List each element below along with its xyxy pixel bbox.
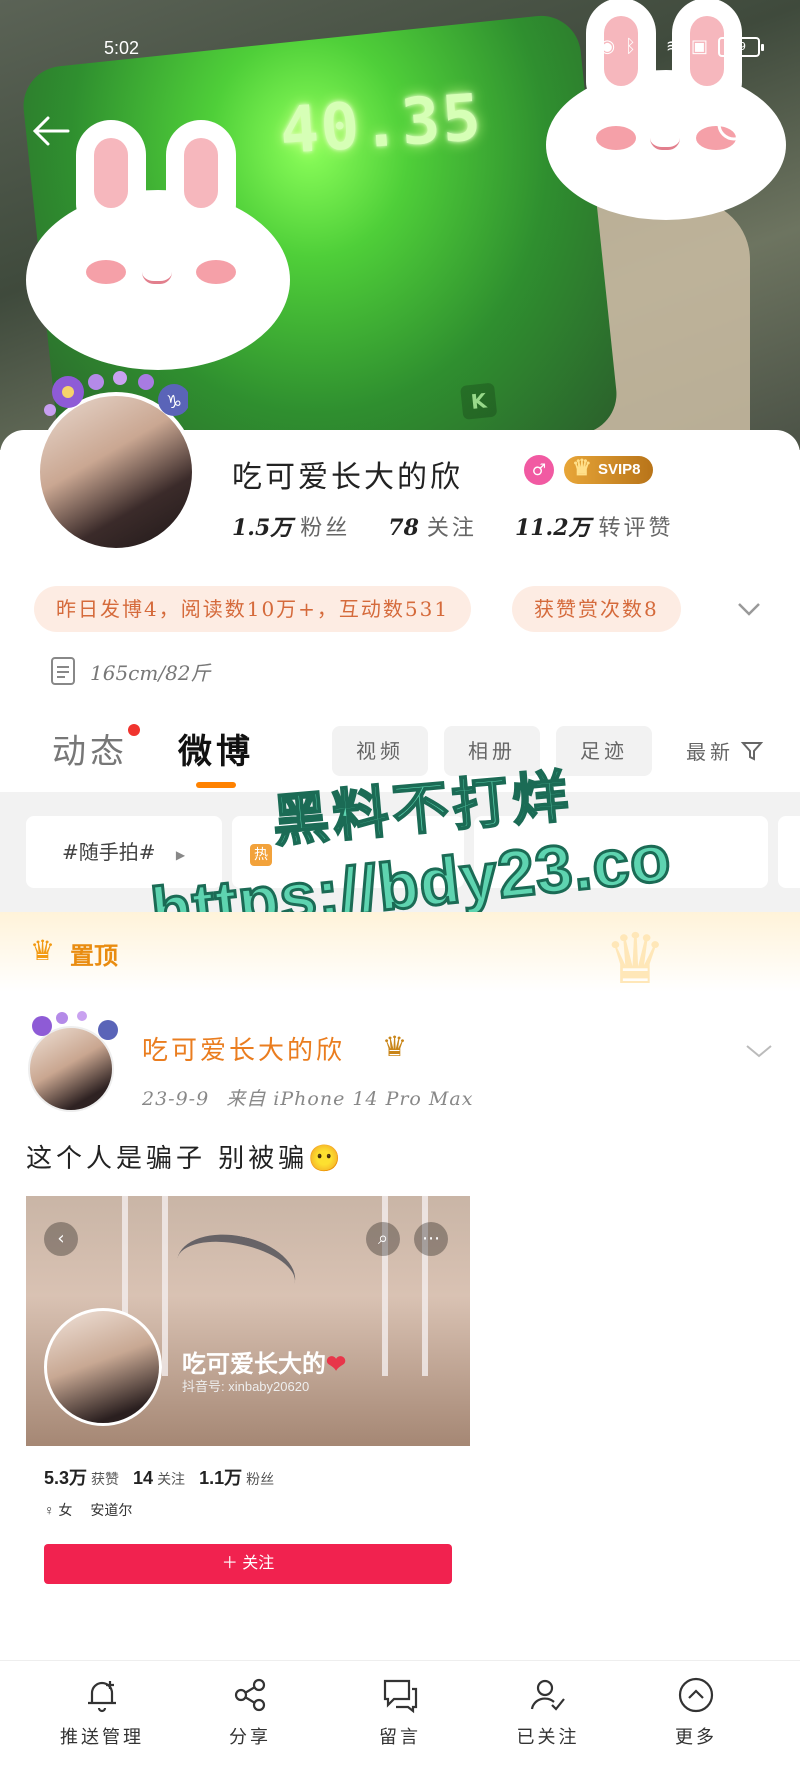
pinned-label: 置顶 bbox=[70, 942, 118, 970]
screenshot-back-icon: ‹ bbox=[44, 1222, 78, 1256]
screenshot-stats: 5.3万 获赞 14 关注 1.1万 粉丝 bbox=[44, 1468, 275, 1488]
filter-footprint[interactable]: 足迹 bbox=[556, 726, 652, 776]
bottom-action-bar: 推送管理 分享 留言 已关注 更多 bbox=[0, 1660, 800, 1777]
push-management-button[interactable]: 推送管理 bbox=[42, 1675, 162, 1749]
chevron-down-icon[interactable] bbox=[734, 594, 764, 624]
profile-stats: 1.5万 粉丝 78 关注 11.2万 转评赞 bbox=[232, 510, 674, 542]
document-icon bbox=[51, 657, 75, 685]
reward-count-chip[interactable]: 获赞赏次数8 bbox=[512, 586, 681, 632]
screenshot-name: 吃可爱长大的❤ bbox=[182, 1351, 347, 1378]
post-date: 23-9-9 bbox=[142, 1088, 210, 1110]
svg-text:♑: ♑ bbox=[166, 392, 182, 413]
status-icons: ◉ ᛒ ▯ ≋ ▣ 39 bbox=[599, 36, 764, 57]
svip-badge[interactable]: SVIP8 bbox=[564, 454, 653, 484]
vip-crown-icon: ♛ bbox=[382, 1030, 408, 1063]
status-bar: 5:02 ◉ ᛒ ▯ ≋ ▣ 39 bbox=[0, 0, 800, 90]
bunny-sticker-left bbox=[26, 120, 290, 370]
heart-icon: ❤ bbox=[326, 1351, 347, 1378]
activity-summary-chip[interactable]: 昨日发博4，阅读数10万+，互动数531 bbox=[34, 586, 472, 632]
stat-likes[interactable]: 11.2万 转评赞 bbox=[515, 510, 674, 542]
status-time: 5:02 bbox=[104, 38, 140, 58]
screenshot-more-icon: ⋯ bbox=[414, 1222, 448, 1256]
tab-dynamic[interactable]: 动态 bbox=[52, 724, 128, 773]
screenshot-gender: ♀ 女 bbox=[44, 1502, 73, 1518]
crown-icon: ♛ bbox=[30, 934, 56, 967]
eye-icon: ◉ bbox=[599, 36, 616, 57]
alert-icon: ▣ bbox=[690, 36, 708, 57]
screenshot-douyin-id: 抖音号: xinbaby20620 bbox=[182, 1379, 310, 1394]
search-icon[interactable] bbox=[712, 102, 762, 152]
tab-weibo[interactable]: 微博 bbox=[178, 724, 254, 773]
avatar-wreath-icon bbox=[32, 1011, 118, 1040]
more-button[interactable]: 更多 bbox=[636, 1675, 756, 1749]
screenshot-photo: ‹ ⌕ ⋯ 吃可爱长大的❤ 抖音号: xinbaby20620 bbox=[26, 1196, 470, 1446]
post-author-name[interactable]: 吃可爱长大的欣 bbox=[142, 1030, 345, 1067]
stat-followers[interactable]: 1.5万 粉丝 bbox=[232, 510, 350, 542]
screenshot-location: 安道尔 bbox=[90, 1502, 133, 1518]
post-source: 来自 iPhone 14 Pro Max bbox=[226, 1088, 474, 1110]
sort-button[interactable]: 最新 bbox=[686, 736, 764, 765]
stat-following[interactable]: 78 关注 bbox=[388, 510, 477, 542]
pinned-header: ♛ 置顶 ♛ bbox=[0, 912, 800, 1000]
height-weight-text: 165cm/82斤 bbox=[90, 660, 211, 685]
profile-name: 吃可爱长大的欣 bbox=[232, 460, 463, 495]
message-icon bbox=[383, 1679, 418, 1714]
filter-icon bbox=[740, 741, 764, 761]
screenshot-tags: ♀ 女 安道尔 bbox=[44, 1500, 132, 1520]
gender-icon: ♂ bbox=[524, 455, 554, 485]
vibrate-icon: ▯ bbox=[645, 36, 656, 57]
scale-brand-logo: K bbox=[459, 382, 498, 420]
play-triangle-icon: ▶ bbox=[175, 848, 186, 862]
bell-plus-icon bbox=[88, 1681, 116, 1713]
tattoo-shape bbox=[170, 1224, 302, 1318]
post-menu-chevron-icon[interactable] bbox=[744, 1036, 774, 1066]
notification-dot bbox=[128, 724, 140, 736]
back-arrow-icon[interactable] bbox=[26, 106, 76, 156]
user-check-icon bbox=[530, 1679, 565, 1711]
chevron-up-circle-icon bbox=[678, 1677, 714, 1713]
scale-reading: 40.35 bbox=[277, 81, 485, 169]
post-image[interactable]: ‹ ⌕ ⋯ 吃可爱长大的❤ 抖音号: xinbaby20620 5.3万 获赞 1… bbox=[26, 1196, 470, 1616]
following-button[interactable]: 已关注 bbox=[488, 1675, 608, 1749]
screenshot-avatar bbox=[44, 1308, 162, 1426]
screenshot-search-icon: ⌕ bbox=[366, 1222, 400, 1256]
crown-decoration-icon: ♛ bbox=[604, 918, 667, 1000]
post-text: 这个人是骗子 别被骗😶 bbox=[26, 1144, 345, 1174]
topic-chip-4[interactable] bbox=[778, 816, 800, 888]
message-button[interactable]: 留言 bbox=[340, 1675, 460, 1749]
screenshot-follow-button: ＋ 关注 bbox=[44, 1544, 452, 1584]
bluetooth-icon: ᛒ bbox=[625, 36, 636, 57]
active-tab-indicator bbox=[196, 782, 236, 788]
battery-icon: 39 bbox=[718, 36, 764, 57]
wifi-icon: ≋ bbox=[665, 36, 681, 57]
weibo-profile-page: K 40.35 5:02 ◉ ᛒ ▯ ≋ ▣ 39 ♑ 吃可爱长大的欣 ♂ ♛ … bbox=[0, 0, 800, 1777]
share-icon bbox=[234, 1678, 266, 1712]
flower-wreath-icon: ♑ bbox=[44, 371, 188, 416]
height-weight-row: 165cm/82斤 bbox=[50, 656, 211, 686]
sort-label: 最新 bbox=[686, 740, 734, 764]
share-button[interactable]: 分享 bbox=[190, 1675, 310, 1749]
post-meta: 23-9-9 来自 iPhone 14 Pro Max bbox=[142, 1084, 473, 1111]
